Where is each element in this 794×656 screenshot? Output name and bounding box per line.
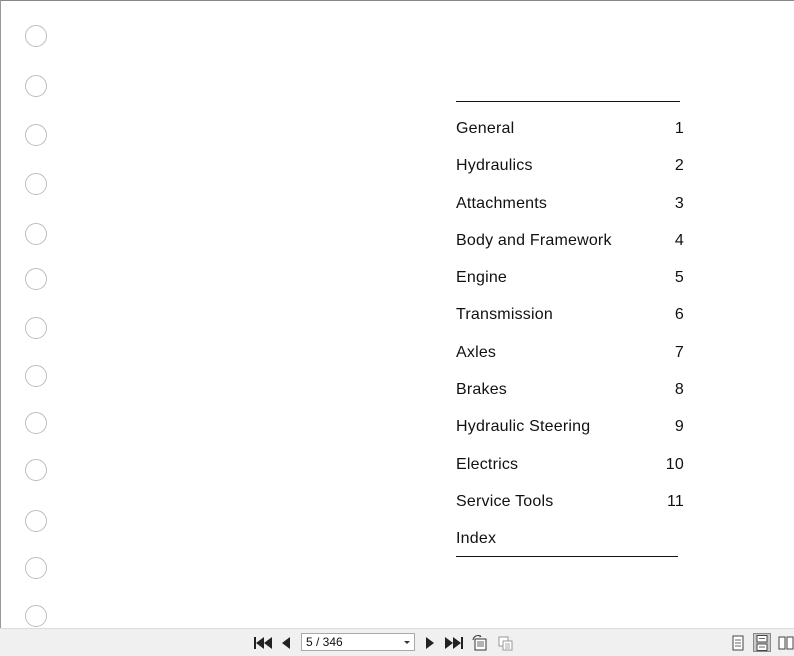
page-indicator: 5 / 346 <box>306 635 343 649</box>
fit-icon <box>498 636 512 650</box>
toc-entry-number: 8 <box>674 381 684 399</box>
binder-hole <box>25 459 47 481</box>
single-page-view-button[interactable] <box>731 634 745 651</box>
continuous-view-icon <box>756 634 768 651</box>
toc-entry: Index <box>456 520 684 557</box>
binder-hole <box>25 510 47 532</box>
toc-entry: Hydraulics 2 <box>456 147 684 184</box>
toc-entry-number: 4 <box>674 231 684 249</box>
toc-entry: Attachments 3 <box>456 185 684 222</box>
toc-entry-label: Attachments <box>456 194 548 212</box>
single-page-view-icon <box>732 635 744 650</box>
toc-entry-label: Axles <box>456 343 497 361</box>
binder-hole <box>25 412 47 434</box>
last-page-icon <box>445 636 463 649</box>
binder-hole <box>25 173 47 195</box>
toc-entry-number: 9 <box>674 418 684 436</box>
toc-entry-label: Index <box>456 530 497 548</box>
binder-hole <box>25 365 47 387</box>
fit-page-button[interactable] <box>496 634 514 651</box>
bottom-rule <box>456 556 678 557</box>
rotate-icon <box>472 634 486 650</box>
toc-entry: Brakes 8 <box>456 371 684 408</box>
toc-entry-number: 5 <box>674 269 684 287</box>
top-rule <box>456 101 680 102</box>
toc-entry-number: 1 <box>674 120 684 137</box>
toc-entry-label: Hydraulic Steering <box>456 418 591 436</box>
first-page-button[interactable] <box>254 634 272 651</box>
toc-entry: Service Tools 11 <box>456 483 684 520</box>
toc-entry-label: Service Tools <box>456 492 554 510</box>
toc-entry-number: 11 <box>666 492 684 510</box>
two-page-view-icon <box>778 636 794 649</box>
viewer-toolbar: 5 / 346 <box>0 628 794 656</box>
binder-hole <box>25 75 47 97</box>
toc-entry-label: General <box>456 120 515 137</box>
toc-entry-label: Brakes <box>456 381 507 399</box>
toc-entry: Axles 7 <box>456 334 684 371</box>
binder-hole <box>25 25 47 47</box>
toc-entry-label: Body and Framework <box>456 231 612 249</box>
next-page-icon <box>426 636 434 649</box>
toc-entry-number: 10 <box>665 455 684 473</box>
toc-entry-number: 3 <box>674 194 684 212</box>
document-viewport[interactable]: General 1 Hydraulics 2 Attachments 3 Body and … <box>0 0 794 628</box>
toc-entry-label: Electrics <box>456 455 519 473</box>
binder-hole <box>25 268 47 290</box>
table-of-contents: General 1 Hydraulics 2 Attachments 3 Body and … <box>456 110 684 558</box>
previous-page-icon <box>282 636 290 649</box>
binder-hole <box>25 317 47 339</box>
next-page-button[interactable] <box>424 634 436 651</box>
binder-hole <box>25 223 47 245</box>
last-page-button[interactable] <box>445 634 463 651</box>
binder-hole <box>25 557 47 579</box>
chevron-down-icon <box>404 641 410 644</box>
toc-entry-label: Transmission <box>456 306 553 324</box>
two-page-view-button[interactable] <box>778 634 794 651</box>
toc-entry: General 1 <box>456 110 684 147</box>
binder-hole <box>25 605 47 627</box>
toc-entry-label: Engine <box>456 269 508 287</box>
toc-entry-label: Hydraulics <box>456 157 533 175</box>
toc-entry-number: 6 <box>674 306 684 324</box>
first-page-icon <box>254 636 272 649</box>
toc-entry-number: 7 <box>674 343 684 361</box>
toc-entry: Engine 5 <box>456 259 684 296</box>
toc-entry: Electrics 10 <box>456 446 684 483</box>
page-number-select[interactable]: 5 / 346 <box>301 633 415 651</box>
binder-hole <box>25 124 47 146</box>
toc-entry: Transmission 6 <box>456 296 684 333</box>
rotate-button[interactable] <box>471 634 489 651</box>
toc-entry: Body and Framework 4 <box>456 222 684 259</box>
toc-entry: Hydraulic Steering 9 <box>456 408 684 445</box>
previous-page-button[interactable] <box>280 634 292 651</box>
toc-entry-number: 2 <box>674 157 684 175</box>
continuous-view-button[interactable] <box>753 633 771 652</box>
